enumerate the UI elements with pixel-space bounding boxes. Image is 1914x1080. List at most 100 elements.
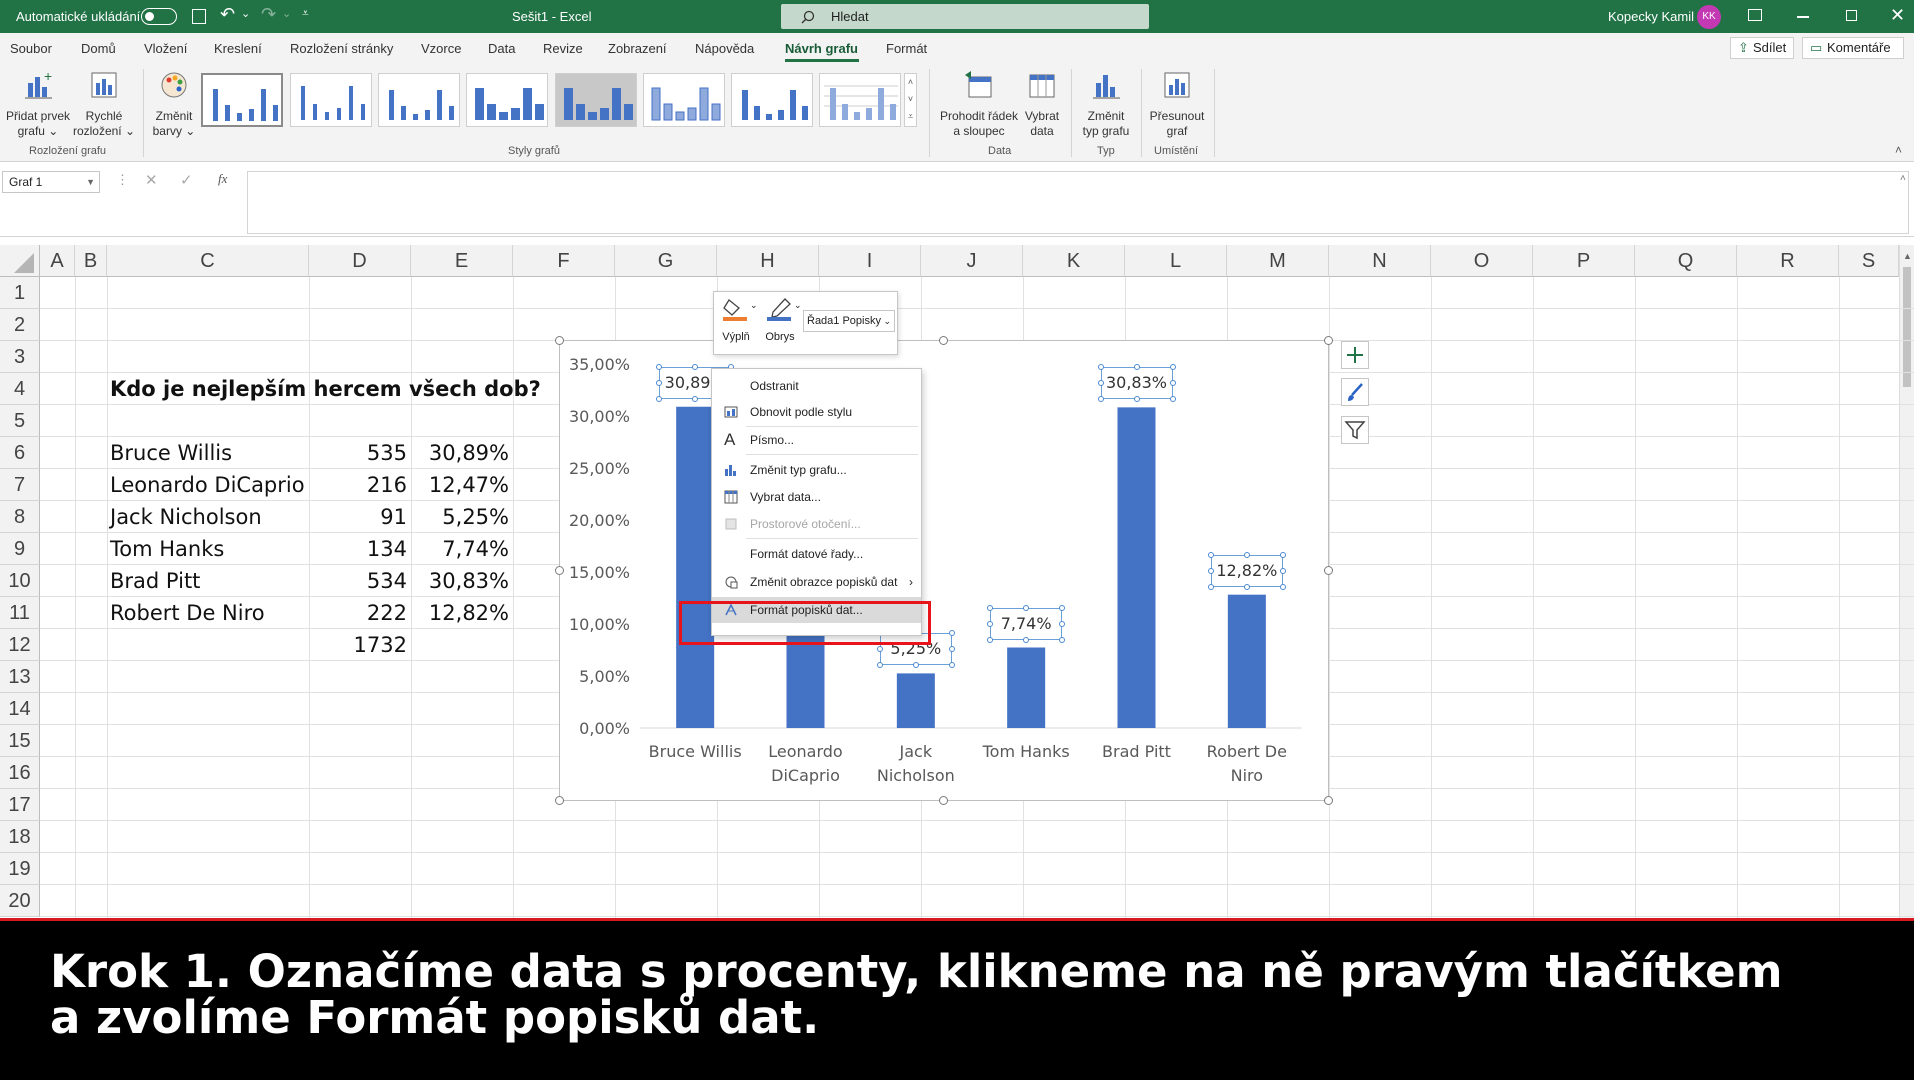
confirm-icon[interactable]: ✓ <box>180 171 193 189</box>
data-label-handle[interactable] <box>1169 380 1176 387</box>
data-label-handle[interactable] <box>1243 583 1250 590</box>
row-header-4[interactable]: 4 <box>0 373 40 405</box>
column-header-p[interactable]: P <box>1533 245 1635 277</box>
column-header-k[interactable]: K <box>1023 245 1125 277</box>
row-header-16[interactable]: 16 <box>0 757 40 789</box>
data-label-handle[interactable] <box>1207 583 1214 590</box>
row-header-19[interactable]: 19 <box>0 853 40 885</box>
tab-draw[interactable]: Kreslení <box>214 41 262 56</box>
cell-percent[interactable]: 12,47% <box>411 469 509 501</box>
data-label-handle[interactable] <box>987 604 994 611</box>
data-label[interactable]: 7,74% <box>990 607 1063 640</box>
column-header-j[interactable]: J <box>921 245 1023 277</box>
chart-resize-handle[interactable] <box>1324 796 1333 805</box>
data-label-handle[interactable] <box>1279 583 1286 590</box>
row-header-2[interactable]: 2 <box>0 309 40 341</box>
data-label-handle[interactable] <box>987 620 994 627</box>
styles-scroll[interactable]: ˄ ˅ ⩡ <box>904 73 917 127</box>
cell-votes[interactable]: 91 <box>309 501 407 533</box>
row-header-6[interactable]: 6 <box>0 437 40 469</box>
insert-function-icon[interactable]: fx <box>218 171 227 187</box>
cell-votes[interactable]: 216 <box>309 469 407 501</box>
menu-item-font[interactable]: A Písmo... <box>712 427 921 453</box>
change-colors-button[interactable]: Změnit barvy ⌄ <box>146 69 202 139</box>
cell-votes[interactable]: 534 <box>309 565 407 597</box>
cell-votes[interactable]: 222 <box>309 597 407 629</box>
cell-name[interactable]: Brad Pitt <box>110 565 200 597</box>
data-label-handle[interactable] <box>656 395 663 402</box>
undo-icon[interactable]: ↶ <box>220 4 235 25</box>
scroll-up-icon[interactable]: ˄ <box>905 74 916 91</box>
data-label-handle[interactable] <box>656 379 663 386</box>
row-header-11[interactable]: 11 <box>0 597 40 629</box>
data-label-handle[interactable] <box>1059 620 1066 627</box>
data-label-handle[interactable] <box>1207 567 1214 574</box>
tab-chart-design[interactable]: Návrh grafu <box>785 41 858 56</box>
chart-style-4[interactable] <box>466 73 548 127</box>
search-box[interactable]: Hledat <box>781 4 1149 29</box>
chart-resize-handle[interactable] <box>555 796 564 805</box>
cell-name[interactable]: Jack Nicholson <box>110 501 262 533</box>
cell-percent[interactable]: 5,25% <box>411 501 509 533</box>
chart-resize-handle[interactable] <box>939 796 948 805</box>
tab-file[interactable]: Soubor <box>10 41 52 56</box>
row-header-3[interactable]: 3 <box>0 341 40 373</box>
data-label-handle[interactable] <box>656 363 663 370</box>
name-box-dropdown-icon[interactable]: ▼ <box>86 172 95 192</box>
cell-name[interactable]: Tom Hanks <box>110 533 224 565</box>
scroll-down-icon[interactable]: ˅ <box>905 91 916 108</box>
data-label-handle[interactable] <box>692 395 699 402</box>
chart-resize-handle[interactable] <box>1324 336 1333 345</box>
change-chart-type-button[interactable]: Změnit typ grafu <box>1078 69 1134 139</box>
tab-help[interactable]: Nápověda <box>695 41 754 56</box>
comments-button[interactable]: ▭ Komentáře <box>1802 37 1904 59</box>
row-header-12[interactable]: 12 <box>0 629 40 661</box>
cell-total[interactable]: 1732 <box>309 629 407 661</box>
cell-percent[interactable]: 7,74% <box>411 533 509 565</box>
data-label-handle[interactable] <box>1207 551 1214 558</box>
data-label-handle[interactable] <box>987 636 994 643</box>
data-label-handle[interactable] <box>1059 604 1066 611</box>
scrollbar-thumb[interactable] <box>1903 267 1911 387</box>
fill-dropdown-icon[interactable]: ⌄ <box>750 300 758 311</box>
save-icon[interactable] <box>192 9 206 24</box>
chart-resize-handle[interactable] <box>939 336 948 345</box>
chart-style-5[interactable] <box>555 73 637 127</box>
tab-format[interactable]: Formát <box>886 41 927 56</box>
scroll-up-icon[interactable]: ▲ <box>1903 251 1912 261</box>
data-label-handle[interactable] <box>1279 551 1286 558</box>
row-header-14[interactable]: 14 <box>0 693 40 725</box>
column-header-o[interactable]: O <box>1431 245 1533 277</box>
chart-style-1[interactable] <box>201 73 283 127</box>
data-label-handle[interactable] <box>1023 604 1030 611</box>
collapse-ribbon-icon[interactable]: ˄ <box>1895 143 1902 157</box>
tab-insert[interactable]: Vložení <box>144 41 187 56</box>
cell-percent[interactable]: 30,89% <box>411 437 509 469</box>
name-box[interactable]: Graf 1 ▼ <box>2 171 100 193</box>
data-label-handle[interactable] <box>692 363 699 370</box>
column-header-h[interactable]: H <box>717 245 819 277</box>
more-styles-icon[interactable]: ⩡ <box>905 108 916 125</box>
chart-style-2[interactable] <box>290 73 372 127</box>
fill-button[interactable]: Výplň <box>718 296 754 352</box>
column-header-l[interactable]: L <box>1125 245 1227 277</box>
ribbon-display-icon[interactable] <box>1748 9 1762 21</box>
tab-page-layout[interactable]: Rozložení stránky <box>290 41 393 56</box>
chart-style-7[interactable] <box>731 73 813 127</box>
menu-item-reset-style[interactable]: Obnovit podle stylu <box>712 399 921 425</box>
column-header-s[interactable]: S <box>1839 245 1899 277</box>
tab-data[interactable]: Data <box>488 41 515 56</box>
row-header-20[interactable]: 20 <box>0 885 40 917</box>
row-header-7[interactable]: 7 <box>0 469 40 501</box>
row-header-10[interactable]: 10 <box>0 565 40 597</box>
menu-item-delete[interactable]: Odstranit <box>712 373 921 399</box>
column-header-q[interactable]: Q <box>1635 245 1737 277</box>
customize-toolbar-icon[interactable]: ⩡ <box>302 6 309 21</box>
row-header-8[interactable]: 8 <box>0 501 40 533</box>
cell-votes[interactable]: 134 <box>309 533 407 565</box>
data-label-handle[interactable] <box>1097 396 1104 403</box>
chevron-down-icon[interactable]: ⌄ <box>883 311 891 331</box>
row-header-17[interactable]: 17 <box>0 789 40 821</box>
move-chart-button[interactable]: Přesunout graf <box>1146 69 1208 139</box>
select-data-button[interactable]: Vybrat data <box>1020 69 1064 139</box>
